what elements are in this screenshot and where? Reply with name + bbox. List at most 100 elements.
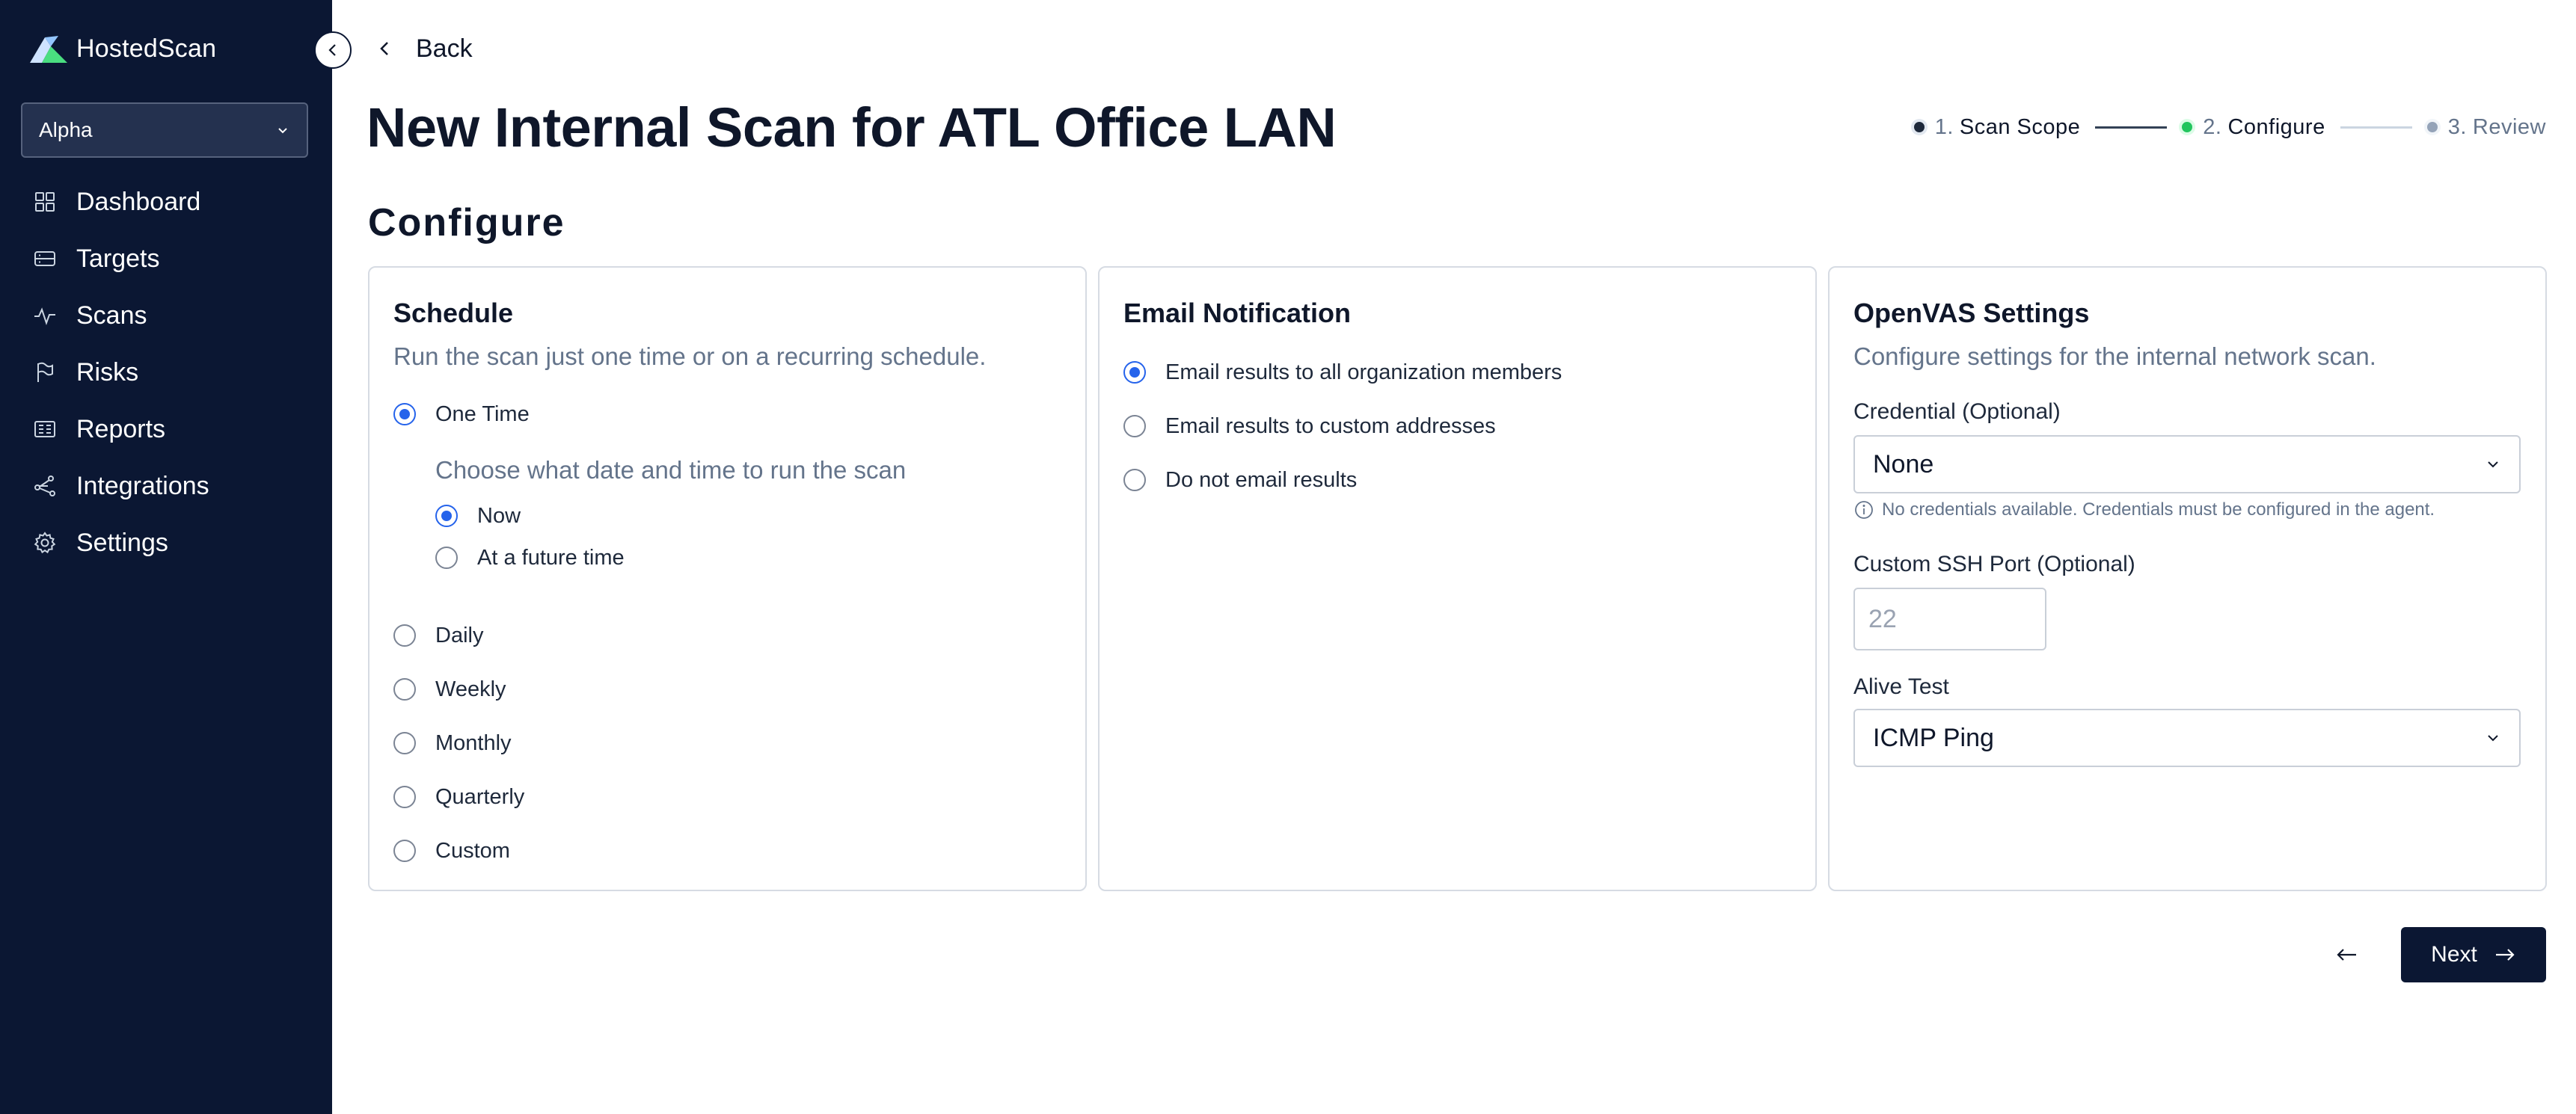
openvas-settings-description: Configure settings for the internal netw… (1853, 342, 2376, 370)
radio-label: Do not email results (1165, 467, 1358, 492)
sidebar-item-targets[interactable]: Targets (33, 230, 317, 287)
radio-button[interactable] (393, 678, 416, 701)
step-number: 2. (2203, 114, 2222, 139)
schedule-sub-option-now[interactable]: Now (435, 501, 521, 531)
back-link[interactable]: Back (375, 31, 473, 66)
previous-step-button[interactable] (2325, 927, 2370, 982)
gear-icon (34, 532, 56, 554)
email-option-all-members[interactable]: Email results to all organization member… (1123, 357, 1562, 387)
radio-label: Now (477, 503, 521, 528)
sidebar-item-settings[interactable]: Settings (33, 514, 317, 571)
page-title: New Internal Scan for ATL Office LAN (367, 96, 1337, 159)
chevron-left-icon (380, 42, 388, 55)
sidebar-item-integrations[interactable]: Integrations (33, 458, 317, 514)
radio-label: Daily (435, 623, 484, 647)
email-notification-card: Email Notification Email results to all … (1098, 266, 1817, 891)
step-dot (2426, 122, 2438, 132)
radio-button[interactable] (435, 505, 458, 527)
credential-select-value: None (1873, 449, 1934, 478)
schedule-sub-option-future[interactable]: At a future time (435, 543, 625, 573)
alive-test-select[interactable]: ICMP Ping (1853, 709, 2521, 767)
credential-helper-text: No credentials available. Credentials mu… (1882, 499, 2435, 520)
schedule-option-one-time[interactable]: One Time (393, 399, 530, 429)
radio-label: At a future time (477, 545, 625, 570)
ssh-port-label: Custom SSH Port (Optional) (1853, 552, 2135, 576)
ssh-port-input[interactable] (1853, 588, 2046, 650)
openvas-settings-title: OpenVAS Settings (1853, 298, 2090, 328)
step-connector (2095, 126, 2168, 129)
email-notification-title: Email Notification (1123, 298, 1352, 328)
brand-logo[interactable]: HostedScan (28, 33, 216, 64)
sidebar-item-scans[interactable]: Scans (33, 287, 317, 344)
radio-button[interactable] (435, 547, 458, 569)
sidebar-item-label: Risks (76, 357, 139, 387)
radio-button[interactable] (393, 840, 416, 862)
schedule-sub-prompt: Choose what date and time to run the sca… (435, 456, 907, 484)
email-option-custom-addresses[interactable]: Email results to custom addresses (1123, 411, 1496, 441)
hostedscan-logo-icon (30, 36, 67, 63)
schedule-card: Schedule Run the scan just one time or o… (368, 266, 1087, 891)
sidebar-item-label: Dashboard (76, 187, 201, 216)
integrations-icon (34, 476, 55, 496)
risks-flag-icon (37, 362, 53, 382)
radio-button[interactable] (393, 624, 416, 647)
sidebar-item-reports[interactable]: Reports (33, 401, 317, 458)
collapse-sidebar-button[interactable] (314, 31, 352, 69)
radio-label: Custom (435, 838, 510, 863)
chevron-down-icon (2488, 461, 2498, 468)
back-label: Back (416, 34, 473, 63)
radio-button[interactable] (393, 403, 416, 425)
sidebar-item-risks[interactable]: Risks (33, 344, 317, 401)
next-button-label: Next (2431, 942, 2477, 967)
schedule-description: Run the scan just one time or on a recur… (393, 342, 987, 370)
step-configure[interactable]: 2. Configure (2182, 115, 2325, 140)
radio-button[interactable] (393, 732, 416, 754)
info-icon (1855, 501, 1873, 519)
radio-button[interactable] (1123, 415, 1146, 437)
sidebar: HostedScan Alpha Dashboard Targets Scans (0, 0, 332, 1114)
step-name: Configure (2227, 114, 2325, 139)
chevron-down-icon (278, 128, 287, 134)
radio-label: One Time (435, 401, 530, 426)
step-dot (1913, 122, 1925, 132)
sidebar-item-dashboard[interactable]: Dashboard (33, 173, 317, 230)
organization-select[interactable]: Alpha (21, 102, 308, 158)
sidebar-item-label: Targets (76, 244, 160, 273)
step-connector (2340, 126, 2412, 129)
dashboard-icon (35, 192, 55, 212)
alive-test-label: Alive Test (1853, 674, 1949, 699)
chevron-down-icon (2488, 735, 2498, 742)
step-dot (2182, 122, 2193, 132)
step-name: Review (2472, 114, 2546, 139)
radio-button[interactable] (393, 786, 416, 808)
arrow-left-icon (2337, 949, 2356, 961)
radio-label: Email results to custom addresses (1165, 413, 1496, 438)
radio-button[interactable] (1123, 469, 1146, 491)
schedule-option-quarterly[interactable]: Quarterly (393, 782, 524, 812)
step-review[interactable]: 3. Review (2426, 114, 2546, 140)
sidebar-item-label: Reports (76, 414, 166, 443)
credential-select[interactable]: None (1853, 435, 2521, 493)
reports-icon (34, 421, 55, 437)
radio-label: Monthly (435, 730, 512, 755)
step-number: 1. (1934, 114, 1954, 139)
targets-icon (34, 251, 55, 266)
credential-label: Credential (Optional) (1853, 399, 2061, 424)
section-title: Configure (368, 201, 565, 244)
credential-helper: No credentials available. Credentials mu… (1853, 499, 2435, 520)
next-button[interactable]: Next (2401, 927, 2546, 982)
step-name: Scan Scope (1959, 114, 2081, 139)
radio-label: Email results to all organization member… (1165, 360, 1563, 384)
scans-icon (34, 307, 55, 326)
chevron-left-icon (328, 44, 336, 56)
schedule-option-daily[interactable]: Daily (393, 621, 483, 650)
radio-label: Quarterly (435, 784, 525, 809)
organization-select-value: Alpha (39, 118, 93, 141)
schedule-option-custom[interactable]: Custom (393, 836, 510, 866)
schedule-option-weekly[interactable]: Weekly (393, 674, 506, 704)
step-scan-scope[interactable]: 1. Scan Scope (1913, 114, 2081, 140)
schedule-option-monthly[interactable]: Monthly (393, 728, 512, 758)
email-option-none[interactable]: Do not email results (1123, 465, 1357, 495)
radio-button[interactable] (1123, 361, 1146, 384)
openvas-settings-card: OpenVAS Settings Configure settings for … (1828, 266, 2547, 891)
